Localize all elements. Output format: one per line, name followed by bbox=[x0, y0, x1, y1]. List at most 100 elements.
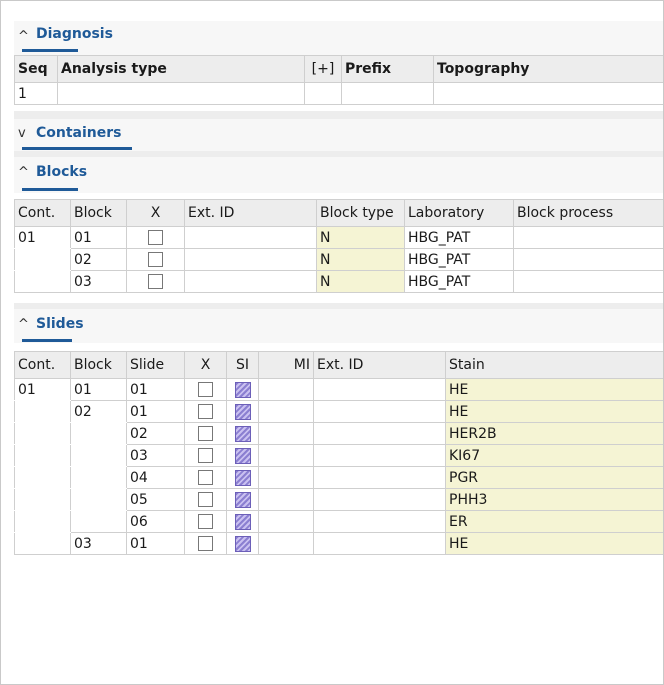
cell-x[interactable] bbox=[184, 400, 227, 423]
cell-ext-id[interactable] bbox=[313, 488, 446, 511]
cell-ext-id[interactable] bbox=[184, 248, 317, 271]
cell-si[interactable] bbox=[226, 400, 259, 423]
cell-stain[interactable]: KI67 bbox=[445, 444, 663, 467]
col-x[interactable]: X bbox=[184, 351, 227, 379]
checkbox[interactable] bbox=[198, 470, 213, 485]
containers-section-title[interactable]: Containers bbox=[36, 125, 122, 141]
slide-image-icon[interactable] bbox=[234, 447, 251, 464]
col-slide[interactable]: Slide bbox=[126, 351, 185, 379]
cell-laboratory[interactable]: HBG_PAT bbox=[404, 226, 514, 249]
cell-topography[interactable] bbox=[433, 82, 663, 105]
checkbox[interactable] bbox=[198, 536, 213, 551]
cell-ext-id[interactable] bbox=[313, 400, 446, 423]
col-mi[interactable]: MI bbox=[258, 351, 314, 379]
cell-si[interactable] bbox=[226, 466, 259, 489]
table-row[interactable]: 04 PGR bbox=[14, 466, 663, 489]
cell-prefix[interactable] bbox=[341, 82, 434, 105]
cell-stain[interactable]: ER bbox=[445, 510, 663, 533]
cell-si[interactable] bbox=[226, 444, 259, 467]
cell-stain[interactable]: HE bbox=[445, 400, 663, 423]
col-cont[interactable]: Cont. bbox=[14, 199, 71, 227]
col-laboratory[interactable]: Laboratory bbox=[404, 199, 514, 227]
diagnosis-section-title[interactable]: Diagnosis bbox=[36, 26, 113, 42]
cell-ext-id[interactable] bbox=[313, 444, 446, 467]
cell-si[interactable] bbox=[226, 510, 259, 533]
checkbox[interactable] bbox=[198, 426, 213, 441]
col-block-process[interactable]: Block process bbox=[513, 199, 663, 227]
cell-block-process[interactable] bbox=[513, 248, 663, 271]
cell-stain[interactable]: HE bbox=[445, 532, 663, 555]
table-row[interactable]: 02 N HBG_PAT bbox=[14, 248, 663, 271]
cell-x[interactable] bbox=[184, 422, 227, 445]
slide-image-icon[interactable] bbox=[234, 381, 251, 398]
col-block-type[interactable]: Block type bbox=[316, 199, 405, 227]
slide-image-icon[interactable] bbox=[234, 491, 251, 508]
table-row[interactable]: 1 bbox=[14, 82, 663, 105]
slide-image-icon[interactable] bbox=[234, 535, 251, 552]
slide-image-icon[interactable] bbox=[234, 425, 251, 442]
table-row[interactable]: 03 01 HE bbox=[14, 532, 663, 555]
checkbox[interactable] bbox=[198, 404, 213, 419]
cell-si[interactable] bbox=[226, 422, 259, 445]
checkbox[interactable] bbox=[198, 448, 213, 463]
table-row[interactable]: 02 HER2B bbox=[14, 422, 663, 445]
cell-si[interactable] bbox=[226, 532, 259, 555]
cell-mi[interactable] bbox=[258, 466, 314, 489]
cell-stain[interactable]: HE bbox=[445, 378, 663, 401]
blocks-section-title[interactable]: Blocks bbox=[36, 164, 87, 180]
cell-ext-id[interactable] bbox=[313, 466, 446, 489]
cell-x[interactable] bbox=[126, 248, 185, 271]
checkbox[interactable] bbox=[198, 382, 213, 397]
table-row[interactable]: 01 01 N HBG_PAT bbox=[14, 226, 663, 249]
cell-stain[interactable]: PHH3 bbox=[445, 488, 663, 511]
cell-mi[interactable] bbox=[258, 400, 314, 423]
col-add[interactable]: [+] bbox=[304, 55, 342, 83]
cell-laboratory[interactable]: HBG_PAT bbox=[404, 248, 514, 271]
col-cont[interactable]: Cont. bbox=[14, 351, 71, 379]
col-ext-id[interactable]: Ext. ID bbox=[313, 351, 446, 379]
table-row[interactable]: 01 01 01 HE bbox=[14, 378, 663, 401]
col-si[interactable]: SI bbox=[226, 351, 259, 379]
cell-stain[interactable]: HER2B bbox=[445, 422, 663, 445]
chevron-up-icon[interactable]: ^ bbox=[18, 29, 29, 44]
cell-x[interactable] bbox=[126, 226, 185, 249]
col-block[interactable]: Block bbox=[70, 351, 127, 379]
slides-section-header[interactable]: ^ Slides bbox=[14, 309, 663, 343]
col-stain[interactable]: Stain bbox=[445, 351, 663, 379]
cell-ext-id[interactable] bbox=[184, 226, 317, 249]
cell-mi[interactable] bbox=[258, 378, 314, 401]
slide-image-icon[interactable] bbox=[234, 469, 251, 486]
cell-add[interactable] bbox=[304, 82, 342, 105]
cell-block-process[interactable] bbox=[513, 270, 663, 293]
cell-analysis-type[interactable] bbox=[57, 82, 305, 105]
cell-si[interactable] bbox=[226, 378, 259, 401]
table-row[interactable]: 03 KI67 bbox=[14, 444, 663, 467]
checkbox[interactable] bbox=[148, 230, 163, 245]
cell-ext-id[interactable] bbox=[313, 378, 446, 401]
cell-x[interactable] bbox=[184, 378, 227, 401]
col-topography[interactable]: Topography bbox=[433, 55, 663, 83]
table-row[interactable]: 06 ER bbox=[14, 510, 663, 533]
cell-x[interactable] bbox=[184, 488, 227, 511]
checkbox[interactable] bbox=[148, 274, 163, 289]
table-row[interactable]: 02 01 HE bbox=[14, 400, 663, 423]
col-x[interactable]: X bbox=[126, 199, 185, 227]
blocks-section-header[interactable]: ^ Blocks bbox=[14, 157, 663, 193]
cell-ext-id[interactable] bbox=[313, 510, 446, 533]
cell-ext-id[interactable] bbox=[313, 422, 446, 445]
col-block[interactable]: Block bbox=[70, 199, 127, 227]
diagnosis-section-header[interactable]: ^ Diagnosis bbox=[14, 21, 663, 55]
cell-x[interactable] bbox=[184, 444, 227, 467]
cell-laboratory[interactable]: HBG_PAT bbox=[404, 270, 514, 293]
chevron-down-icon[interactable]: v bbox=[18, 126, 26, 141]
cell-x[interactable] bbox=[184, 510, 227, 533]
cell-mi[interactable] bbox=[258, 488, 314, 511]
cell-ext-id[interactable] bbox=[184, 270, 317, 293]
containers-section-header[interactable]: v Containers bbox=[14, 119, 663, 151]
col-seq[interactable]: Seq bbox=[14, 55, 58, 83]
cell-block-type[interactable]: N bbox=[316, 248, 405, 271]
cell-mi[interactable] bbox=[258, 510, 314, 533]
col-analysis-type[interactable]: Analysis type bbox=[57, 55, 305, 83]
cell-mi[interactable] bbox=[258, 422, 314, 445]
cell-x[interactable] bbox=[184, 466, 227, 489]
